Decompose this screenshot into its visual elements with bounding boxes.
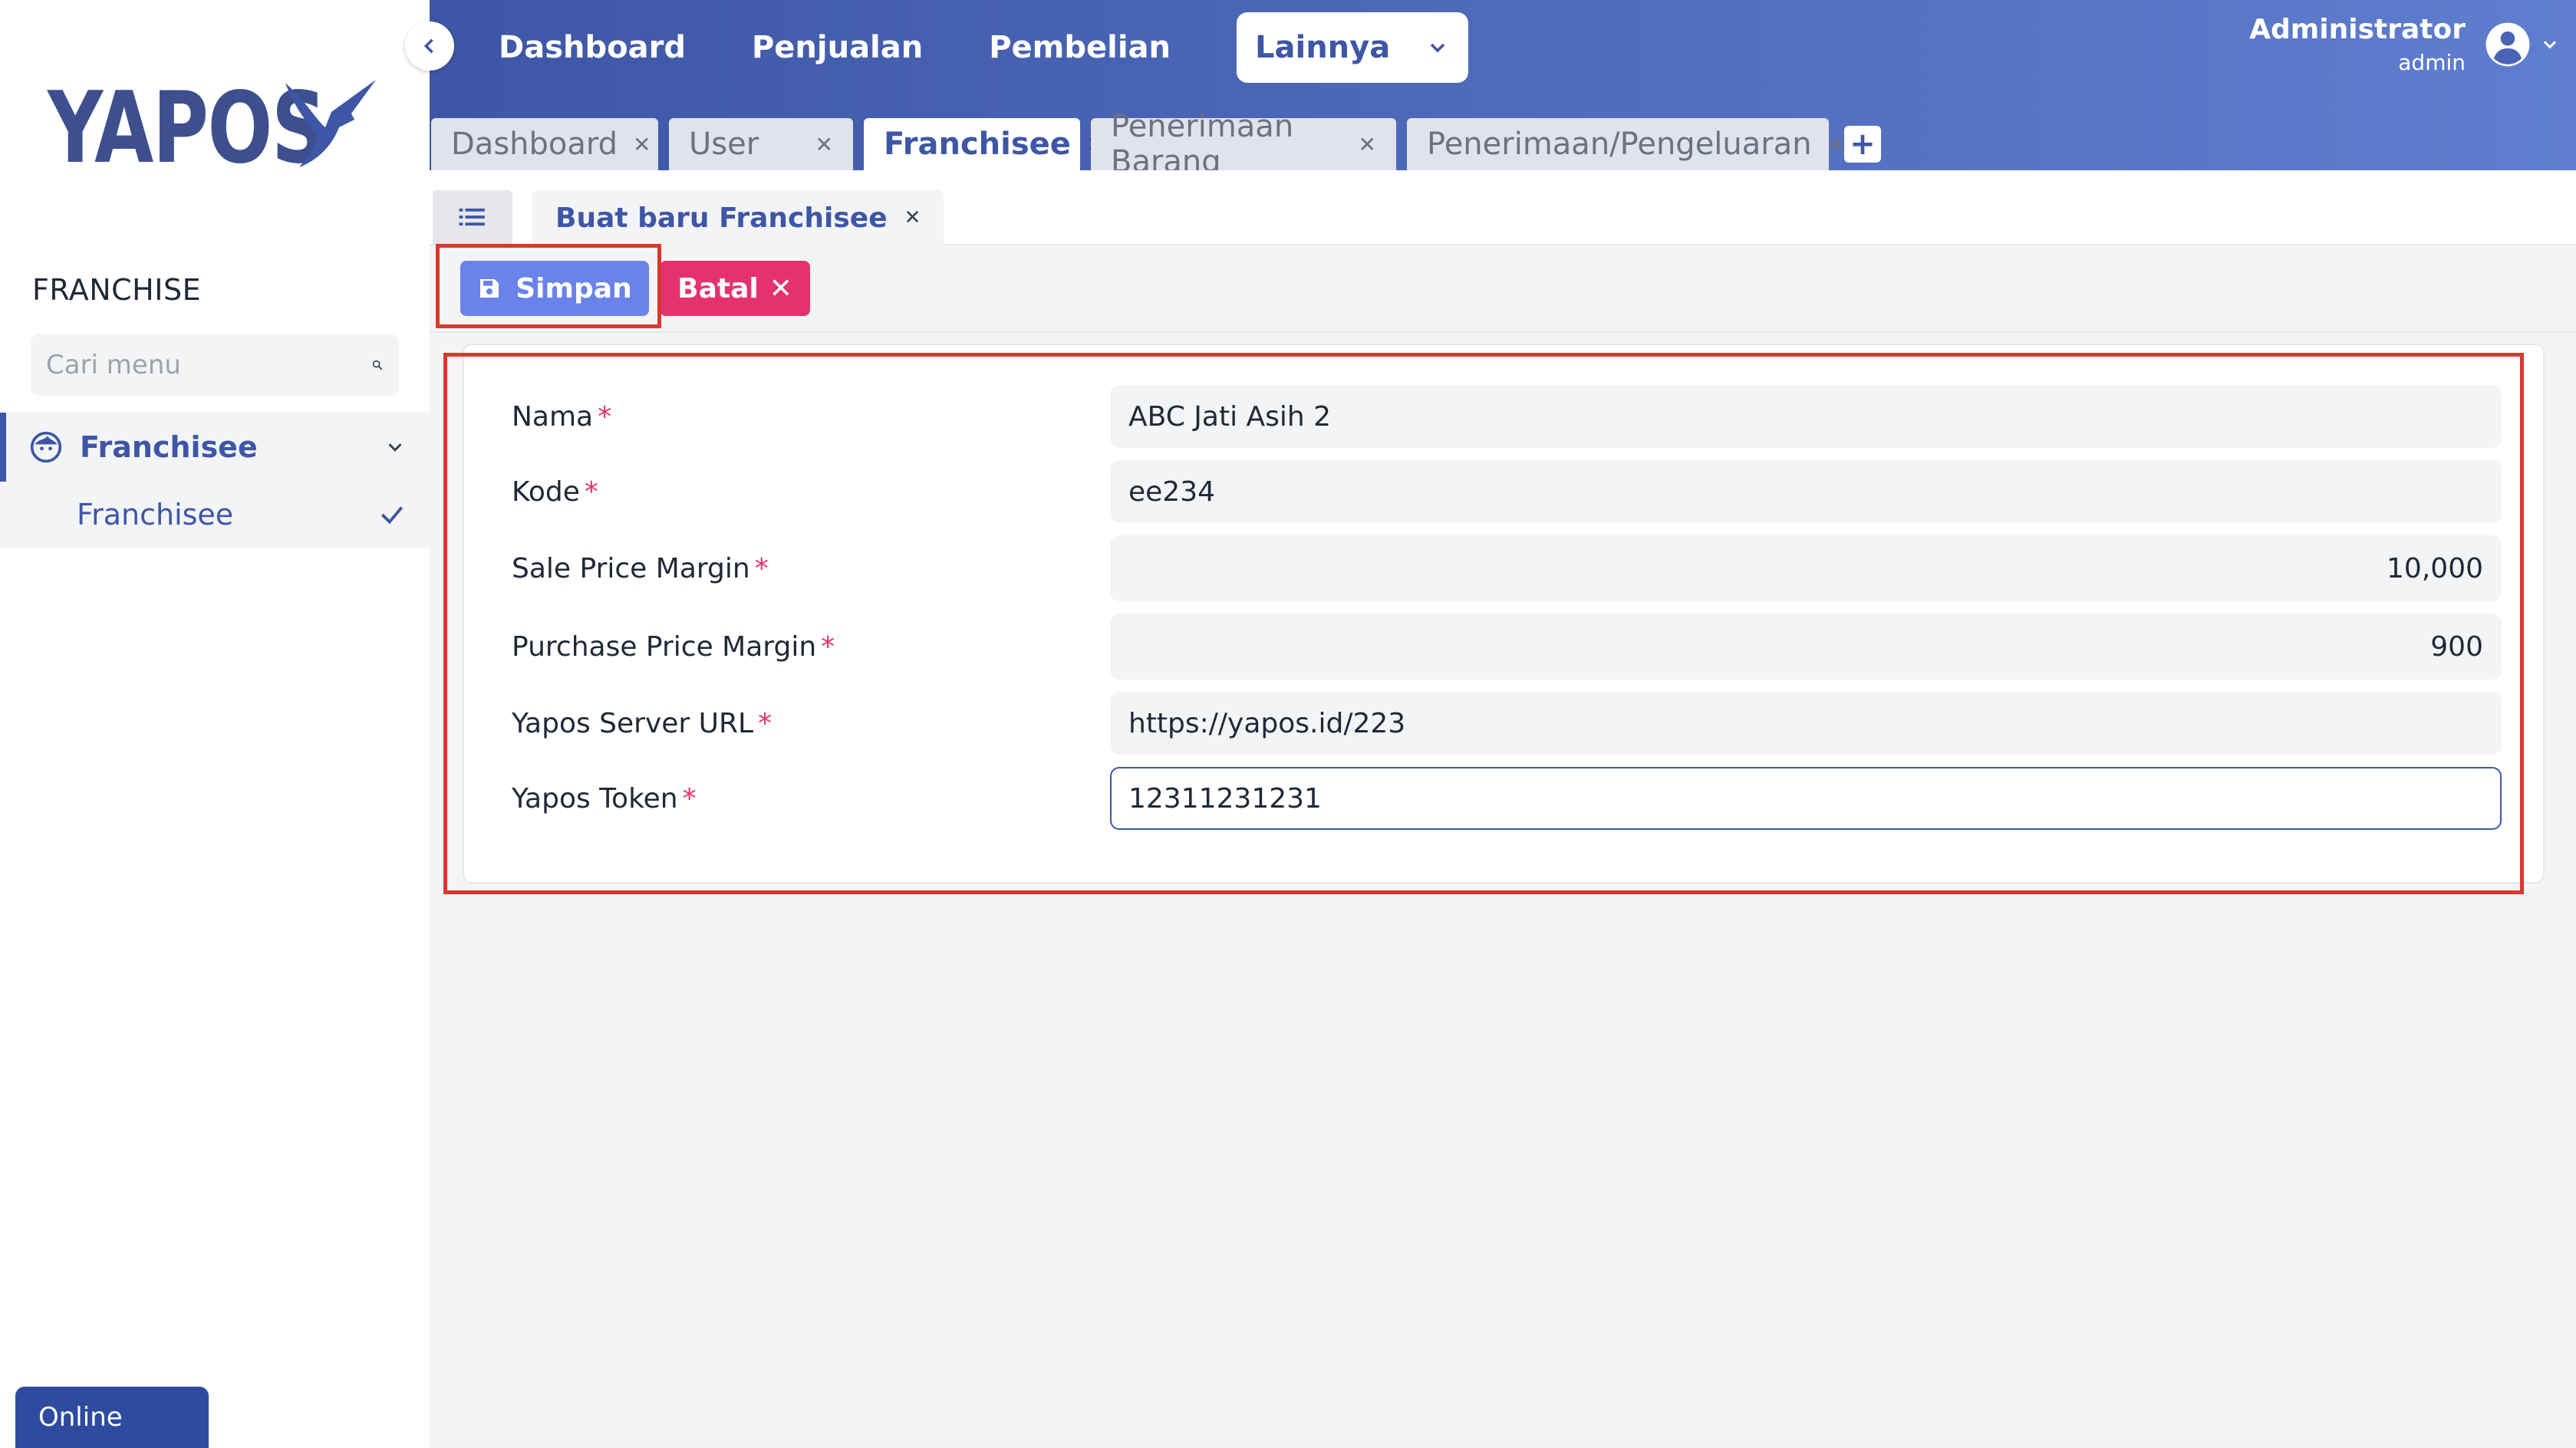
online-status-badge: Online — [15, 1387, 209, 1448]
user-name: Administrator — [2249, 14, 2466, 45]
close-icon[interactable]: ✕ — [815, 132, 833, 157]
list-icon — [459, 208, 485, 226]
user-menu[interactable]: Administrator admin — [2249, 14, 2561, 75]
chevron-down-icon — [1430, 43, 1445, 53]
user-info: Administrator admin — [2249, 14, 2466, 75]
check-icon — [380, 506, 404, 525]
tab-dashboard[interactable]: Dashboard ✕ — [431, 118, 658, 170]
top-bar: Dashboard Penjualan Pembelian Lainnya Ad… — [430, 0, 2576, 179]
bird-logo-icon — [285, 80, 376, 167]
tab-franchisee[interactable]: Franchisee ✕ — [864, 118, 1104, 170]
list-view-button[interactable] — [433, 190, 512, 244]
sidebar-item-label: Franchisee — [77, 498, 234, 531]
menu-search-input[interactable] — [46, 350, 371, 380]
chevron-left-icon — [423, 38, 433, 54]
nav-dashboard[interactable]: Dashboard — [499, 30, 686, 65]
sidebar-item-franchisee[interactable]: Franchisee — [0, 482, 430, 548]
close-icon[interactable]: ✕ — [1359, 132, 1376, 157]
sidebar-group-franchisee[interactable]: Franchisee — [0, 413, 430, 482]
close-icon[interactable]: ✕ — [904, 206, 921, 229]
face-icon — [30, 431, 62, 463]
close-icon[interactable]: ✕ — [633, 132, 651, 157]
nav-pembelian[interactable]: Pembelian — [989, 30, 1171, 65]
sidebar-group-label: Franchisee — [80, 430, 258, 464]
tab-label: Penerimaan Barang — [1111, 109, 1294, 179]
chevron-down-icon — [388, 443, 402, 452]
menu-search — [31, 334, 399, 396]
app-logo: YAPOS — [48, 80, 404, 178]
search-icon[interactable] — [371, 354, 384, 377]
highlight-form — [443, 353, 2524, 894]
form-tab-bar: Buat baru Franchisee ✕ — [430, 170, 2576, 245]
nav-penjualan[interactable]: Penjualan — [752, 30, 923, 65]
main-nav: Dashboard Penjualan Pembelian Lainnya — [499, 12, 1469, 83]
tab-penerimaan-pengeluaran[interactable]: Penerimaan/Pengeluaran ✕ — [1407, 118, 1845, 170]
sidebar: YAPOS FRANCHISE Franchisee Franchisee On… — [0, 0, 430, 1448]
tab-create-franchisee[interactable]: Buat baru Franchisee ✕ — [532, 190, 944, 245]
highlight-save-button — [436, 244, 661, 328]
collapse-sidebar-button[interactable] — [405, 21, 454, 71]
tab-label: Buat baru Franchisee — [555, 202, 888, 234]
section-title: FRANCHISE — [32, 273, 202, 307]
action-bar: Simpan Batal ✕ — [430, 245, 2576, 333]
close-icon: ✕ — [769, 272, 792, 304]
tab-penerimaan-barang[interactable]: Penerimaan Barang ✕ — [1091, 109, 1396, 179]
close-icon[interactable]: ✕ — [1827, 132, 1845, 157]
tab-label: Dashboard — [451, 127, 618, 162]
nav-lainnya-dropdown[interactable]: Lainnya — [1237, 12, 1469, 83]
user-avatar-icon — [2485, 22, 2530, 67]
dropdown-label: Lainnya — [1255, 30, 1391, 65]
add-tab-button[interactable]: + — [1844, 126, 1881, 163]
page-tabs: Dashboard ✕ User ✕ Franchisee ✕ Penerima… — [430, 109, 1881, 179]
tab-label: Penerimaan/Pengeluaran — [1427, 127, 1812, 162]
user-role: admin — [2398, 50, 2466, 75]
chevron-down-icon — [2543, 41, 2557, 49]
tab-label: Franchisee — [884, 127, 1071, 162]
tab-user[interactable]: User ✕ — [669, 118, 853, 170]
plus-icon: + — [1850, 127, 1876, 162]
cancel-button-label: Batal — [677, 272, 759, 304]
cancel-button[interactable]: Batal ✕ — [660, 261, 810, 316]
tab-label: User — [689, 127, 759, 162]
